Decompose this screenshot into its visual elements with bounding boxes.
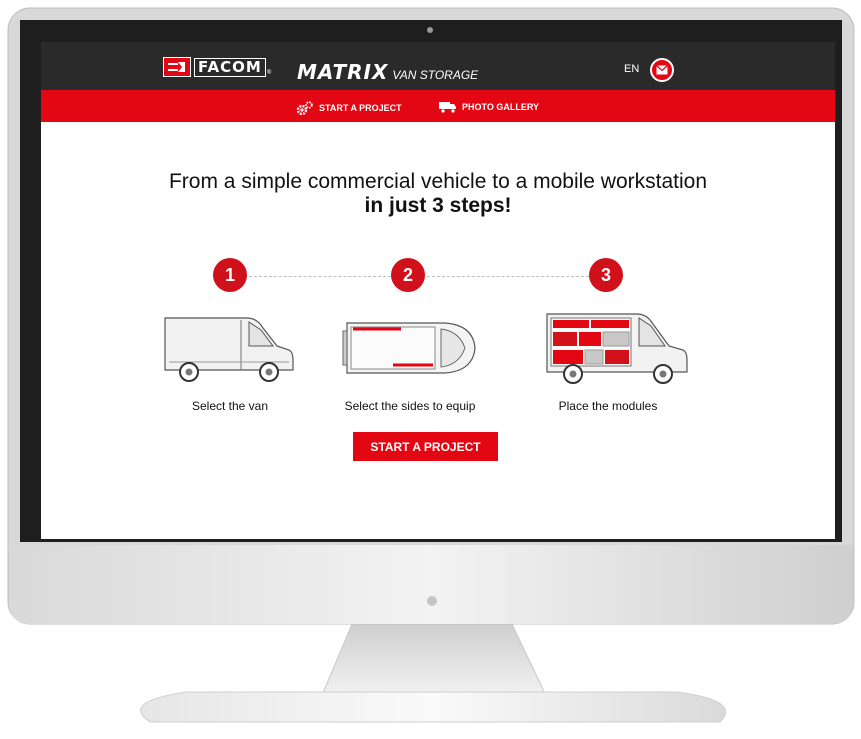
van-storage-subtitle: VAN STORAGE [392,68,479,82]
step-2-label: Select the sides to equip [344,399,476,413]
nav-start-project-label: START A PROJECT [319,103,402,113]
matrix-product-name: MATRIX [297,60,389,84]
nav-photo-gallery[interactable]: PHOTO GALLERY [439,101,539,113]
matrix-logo: MATRIX VAN STORAGE [297,60,478,84]
top-header: FACOM ® MATRIX VAN STORAGE EN [41,42,835,90]
envelope-icon [656,65,668,75]
facom-logo-icon [163,57,191,77]
facom-logo[interactable]: FACOM ® [163,57,271,77]
step-1-label: Select the van [191,399,269,413]
registered-mark: ® [266,70,272,76]
screen: FACOM ® MATRIX VAN STORAGE EN START A PR… [41,42,835,539]
step-3-label: Place the modules [558,399,658,413]
gears-icon [296,101,313,115]
van-side-view-image [164,317,294,382]
step-3-badge: 3 [589,258,623,292]
nav-photo-gallery-label: PHOTO GALLERY [462,102,540,112]
hero-headline: From a simple commercial vehicle to a mo… [41,170,835,218]
start-project-button[interactable]: START A PROJECT [353,432,498,461]
nav-start-project[interactable]: START A PROJECT [296,101,402,115]
hero-line-1: From a simple commercial vehicle to a mo… [168,170,707,193]
truck-icon [439,102,456,113]
nav-bar: START A PROJECT PHOTO GALLERY [41,90,835,122]
van-top-view-image [342,322,476,374]
facom-brand-text: FACOM [194,57,266,77]
step-connector-1-2 [249,276,391,277]
hero-line-2: in just 3 steps! [364,194,512,217]
step-connector-2-3 [427,276,589,277]
language-selector[interactable]: EN [624,63,639,75]
mail-button[interactable] [650,58,674,82]
step-2-badge: 2 [391,258,425,292]
step-1-badge: 1 [213,258,247,292]
van-modules-image [546,313,688,384]
